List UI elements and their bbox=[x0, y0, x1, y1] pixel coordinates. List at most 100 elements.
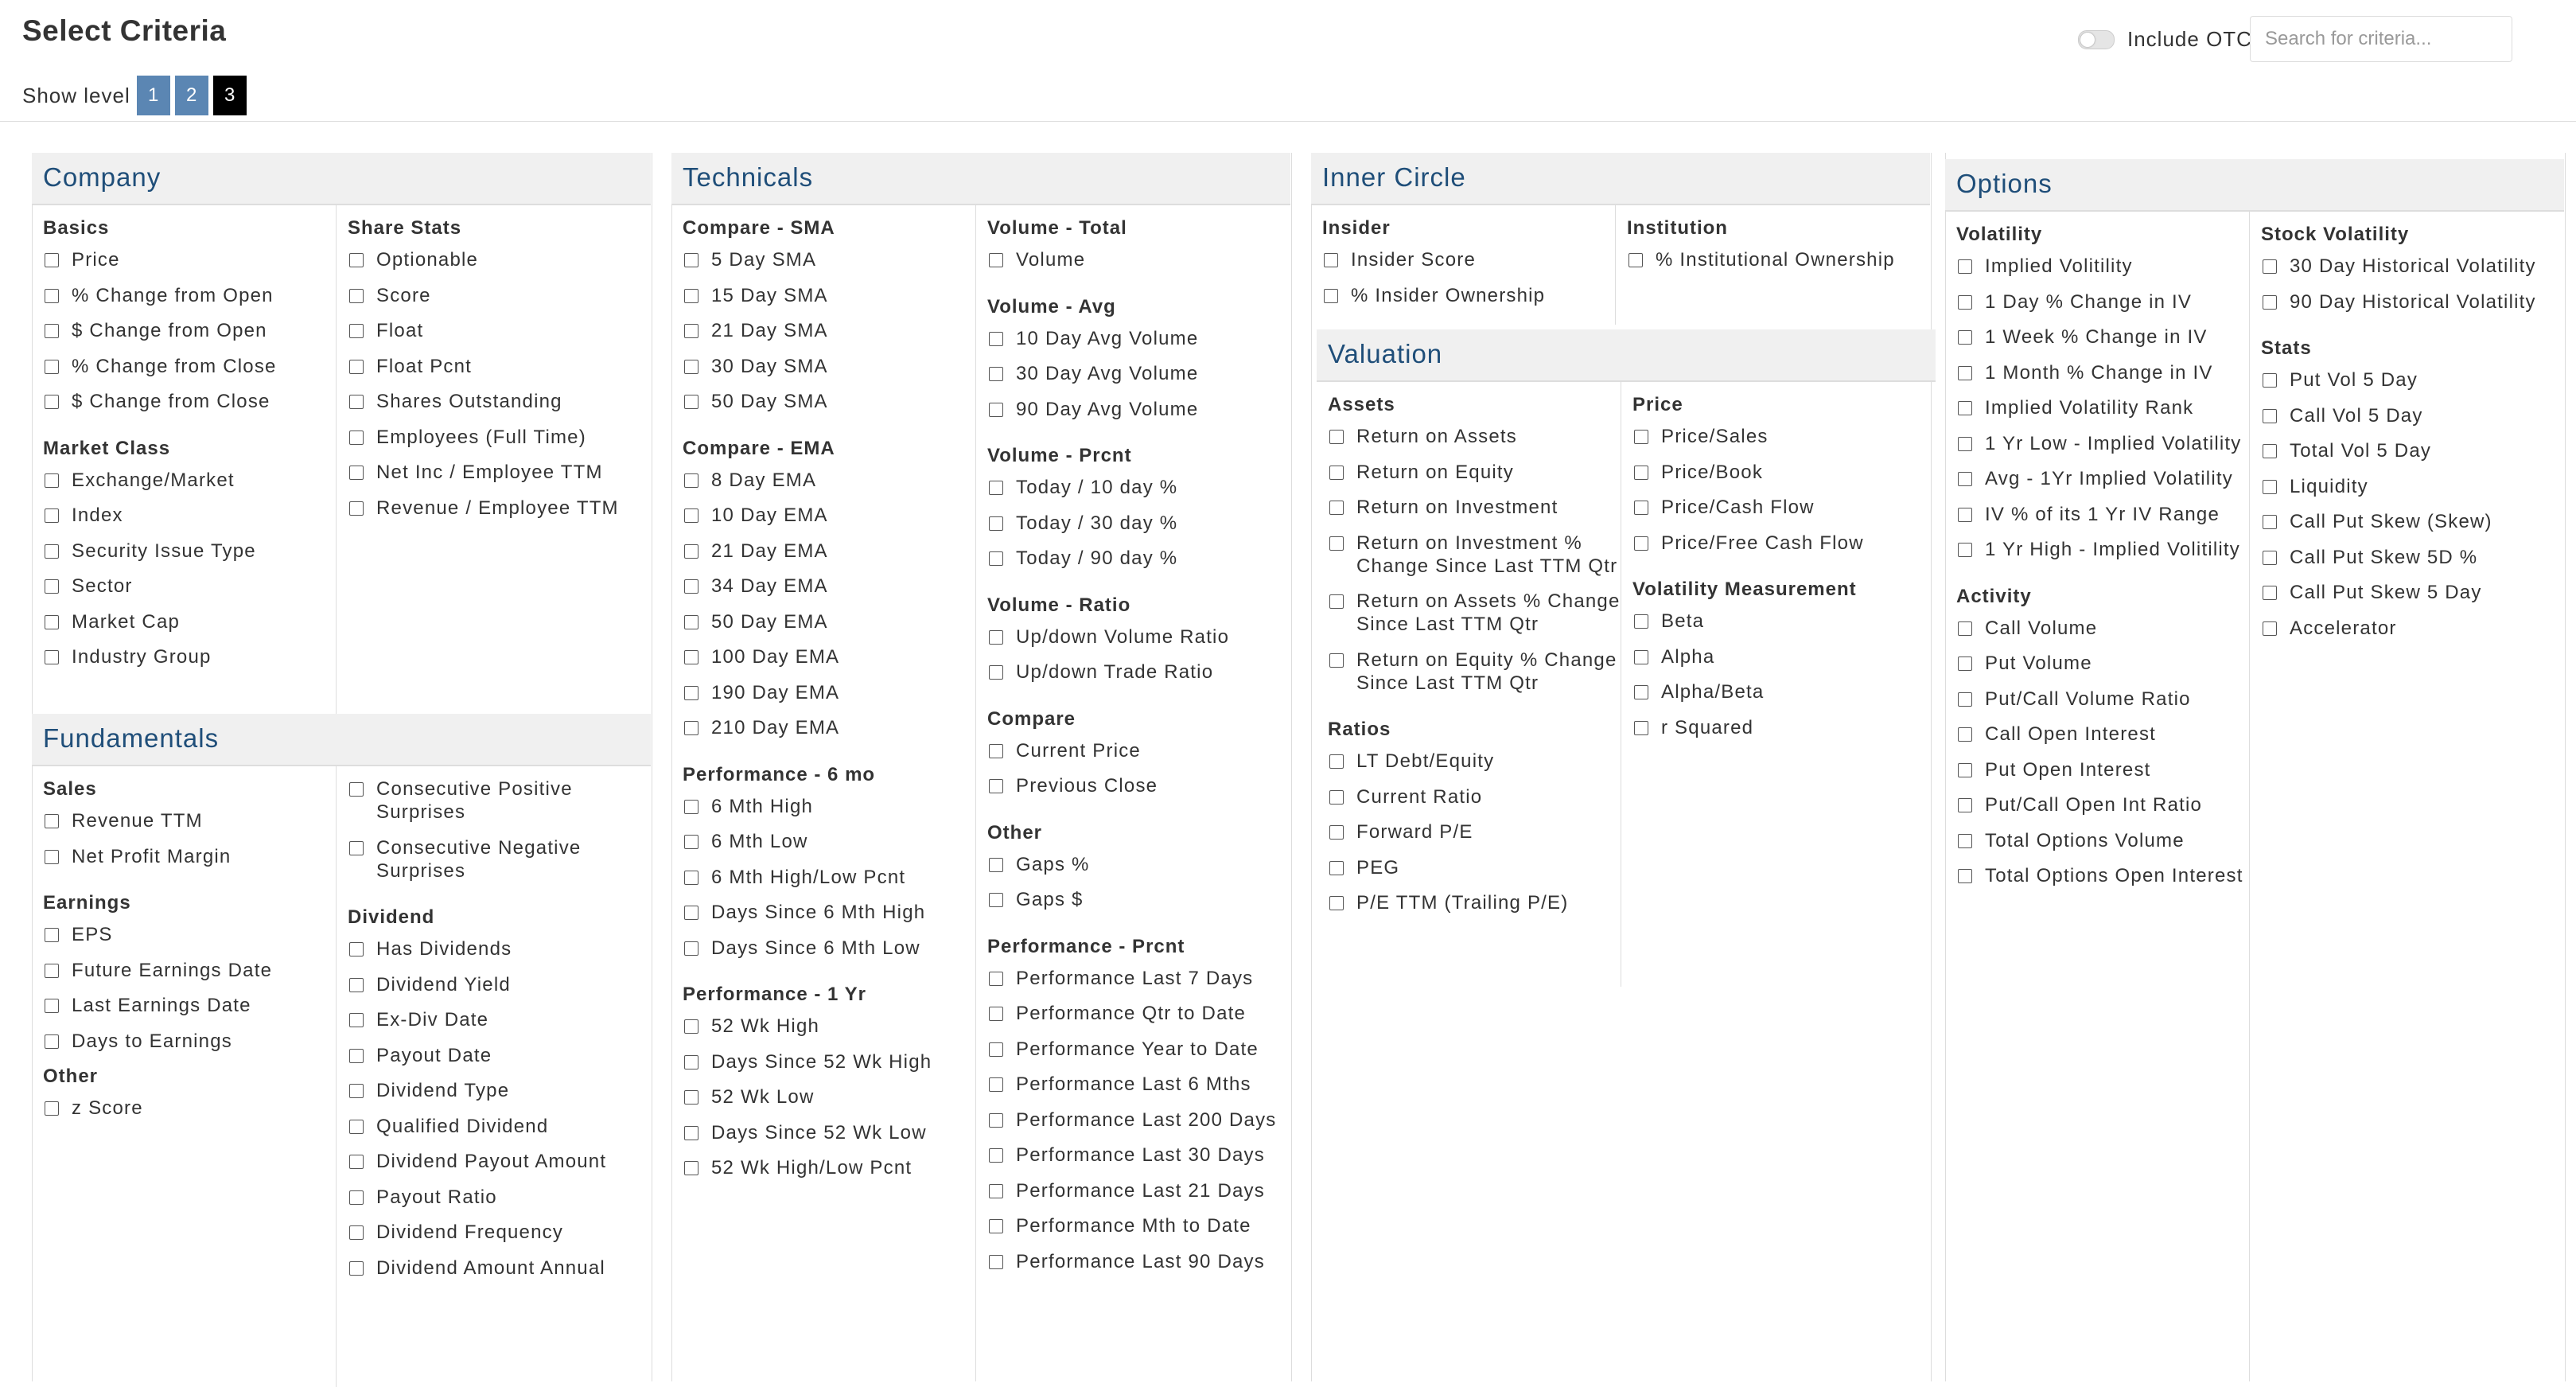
criteria-gaps[interactable]: Gaps $ bbox=[987, 888, 1290, 911]
criteria-price-cash-flow[interactable]: Price/Cash Flow bbox=[1632, 496, 1936, 519]
checkbox[interactable] bbox=[684, 508, 698, 523]
checkbox[interactable] bbox=[349, 395, 364, 409]
checkbox[interactable] bbox=[1958, 507, 1972, 522]
criteria-performance-qtr-to-date[interactable]: Performance Qtr to Date bbox=[987, 1002, 1290, 1025]
criteria-return-on-assets[interactable]: Return on Assets bbox=[1328, 425, 1621, 448]
checkbox[interactable] bbox=[45, 473, 59, 488]
checkbox[interactable] bbox=[989, 1219, 1003, 1233]
checkbox[interactable] bbox=[1958, 259, 1972, 274]
checkbox[interactable] bbox=[989, 743, 1003, 758]
checkbox[interactable] bbox=[989, 779, 1003, 793]
checkbox[interactable] bbox=[989, 1183, 1003, 1198]
criteria-total-options-volume[interactable]: Total Options Volume bbox=[1956, 829, 2249, 852]
criteria-1-week-change-in-iv[interactable]: 1 Week % Change in IV bbox=[1956, 325, 2249, 349]
checkbox[interactable] bbox=[684, 1125, 698, 1140]
criteria-has-dividends[interactable]: Has Dividends bbox=[348, 937, 651, 960]
criteria-score[interactable]: Score bbox=[348, 284, 651, 307]
checkbox[interactable] bbox=[2263, 621, 2277, 636]
criteria-30-day-historical-volatility[interactable]: 30 Day Historical Volatility bbox=[2261, 255, 2564, 278]
checkbox[interactable] bbox=[2263, 373, 2277, 388]
criteria-ex-div-date[interactable]: Ex-Div Date bbox=[348, 1008, 651, 1031]
criteria-10-day-avg-volume[interactable]: 10 Day Avg Volume bbox=[987, 327, 1290, 350]
checkbox[interactable] bbox=[684, 473, 698, 488]
checkbox[interactable] bbox=[684, 1054, 698, 1069]
criteria-sector[interactable]: Sector bbox=[43, 575, 336, 598]
checkbox[interactable] bbox=[45, 650, 59, 664]
criteria-volume[interactable]: Volume bbox=[987, 248, 1290, 271]
checkbox[interactable] bbox=[989, 1042, 1003, 1057]
criteria-net-profit-margin[interactable]: Net Profit Margin bbox=[43, 845, 336, 868]
criteria-days-to-earnings[interactable]: Days to Earnings bbox=[43, 1030, 336, 1053]
criteria-employees-full-time[interactable]: Employees (Full Time) bbox=[348, 426, 651, 449]
criteria-change-from-open[interactable]: $ Change from Open bbox=[43, 319, 336, 342]
criteria-1-month-change-in-iv[interactable]: 1 Month % Change in IV bbox=[1956, 361, 2249, 384]
checkbox[interactable] bbox=[1634, 430, 1648, 444]
criteria-call-volume[interactable]: Call Volume bbox=[1956, 617, 2249, 640]
criteria-100-day-ema[interactable]: 100 Day EMA bbox=[683, 645, 975, 668]
criteria-put-call-open-int-ratio[interactable]: Put/Call Open Int Ratio bbox=[1956, 793, 2249, 816]
checkbox[interactable] bbox=[1329, 754, 1344, 769]
checkbox[interactable] bbox=[45, 579, 59, 594]
checkbox[interactable] bbox=[989, 665, 1003, 680]
criteria-alpha[interactable]: Alpha bbox=[1632, 645, 1936, 668]
checkbox[interactable] bbox=[684, 614, 698, 629]
checkbox[interactable] bbox=[2263, 259, 2277, 274]
criteria-implied-volatility-rank[interactable]: Implied Volatility Rank bbox=[1956, 396, 2249, 419]
criteria-total-options-open-interest[interactable]: Total Options Open Interest bbox=[1956, 864, 2249, 887]
checkbox[interactable] bbox=[1958, 401, 1972, 415]
criteria-today-90-day[interactable]: Today / 90 day % bbox=[987, 547, 1290, 570]
criteria-dividend-frequency[interactable]: Dividend Frequency bbox=[348, 1221, 651, 1244]
checkbox[interactable] bbox=[45, 253, 59, 267]
criteria-call-vol-5-day[interactable]: Call Vol 5 Day bbox=[2261, 404, 2564, 427]
criteria-90-day-avg-volume[interactable]: 90 Day Avg Volume bbox=[987, 398, 1290, 421]
criteria-put-call-volume-ratio[interactable]: Put/Call Volume Ratio bbox=[1956, 688, 2249, 711]
criteria-change-from-close[interactable]: % Change from Close bbox=[43, 355, 336, 378]
criteria-implied-volitility[interactable]: Implied Volitility bbox=[1956, 255, 2249, 278]
criteria-performance-last-7-days[interactable]: Performance Last 7 Days bbox=[987, 967, 1290, 990]
criteria-previous-close[interactable]: Previous Close bbox=[987, 774, 1290, 797]
criteria-revenue-ttm[interactable]: Revenue TTM bbox=[43, 809, 336, 832]
criteria-industry-group[interactable]: Industry Group bbox=[43, 645, 336, 668]
criteria-optionable[interactable]: Optionable bbox=[348, 248, 651, 271]
checkbox[interactable] bbox=[1329, 465, 1344, 480]
criteria-revenue-employee-ttm[interactable]: Revenue / Employee TTM bbox=[348, 497, 651, 520]
criteria-gaps[interactable]: Gaps % bbox=[987, 853, 1290, 876]
criteria-performance-last-30-days[interactable]: Performance Last 30 Days bbox=[987, 1143, 1290, 1167]
checkbox[interactable] bbox=[349, 1260, 364, 1276]
checkbox[interactable] bbox=[989, 253, 1003, 267]
checkbox[interactable] bbox=[1329, 789, 1344, 805]
checkbox[interactable] bbox=[1958, 436, 1972, 451]
criteria-beta[interactable]: Beta bbox=[1632, 610, 1936, 633]
checkbox[interactable] bbox=[1958, 727, 1972, 742]
checkbox[interactable] bbox=[1958, 762, 1972, 777]
checkbox[interactable] bbox=[684, 835, 698, 849]
checkbox[interactable] bbox=[989, 402, 1003, 417]
criteria-lt-debt-equity[interactable]: LT Debt/Equity bbox=[1328, 750, 1621, 773]
checkbox[interactable] bbox=[684, 685, 698, 700]
checkbox[interactable] bbox=[45, 814, 59, 828]
checkbox[interactable] bbox=[989, 367, 1003, 381]
checkbox[interactable] bbox=[349, 1048, 364, 1063]
criteria-liquidity[interactable]: Liquidity bbox=[2261, 475, 2564, 498]
criteria-change-from-open[interactable]: % Change from Open bbox=[43, 284, 336, 307]
criteria-return-on-investment[interactable]: Return on Investment bbox=[1328, 496, 1621, 519]
level-1-button[interactable]: 1 bbox=[136, 76, 170, 115]
checkbox[interactable] bbox=[989, 1148, 1003, 1163]
criteria-30-day-sma[interactable]: 30 Day SMA bbox=[683, 355, 975, 378]
criteria-exchange-market[interactable]: Exchange/Market bbox=[43, 469, 336, 492]
criteria-call-open-interest[interactable]: Call Open Interest bbox=[1956, 723, 2249, 746]
checkbox[interactable] bbox=[1329, 653, 1344, 668]
criteria-return-on-equity-change-since-last-ttm-qtr[interactable]: Return on Equity % Change Since Last TTM… bbox=[1328, 649, 1621, 695]
checkbox[interactable] bbox=[349, 359, 364, 374]
criteria-consecutive-negative-surprises[interactable]: Consecutive Negative Surprises bbox=[348, 836, 651, 882]
checkbox[interactable] bbox=[1329, 860, 1344, 875]
checkbox[interactable] bbox=[45, 544, 59, 559]
checkbox[interactable] bbox=[989, 1077, 1003, 1092]
checkbox[interactable] bbox=[45, 999, 59, 1013]
criteria-8-day-ema[interactable]: 8 Day EMA bbox=[683, 469, 975, 492]
checkbox[interactable] bbox=[2263, 294, 2277, 310]
checkbox[interactable] bbox=[45, 288, 59, 303]
checkbox[interactable] bbox=[1324, 253, 1338, 267]
criteria-6-mth-low[interactable]: 6 Mth Low bbox=[683, 830, 975, 853]
checkbox[interactable] bbox=[1329, 825, 1344, 840]
